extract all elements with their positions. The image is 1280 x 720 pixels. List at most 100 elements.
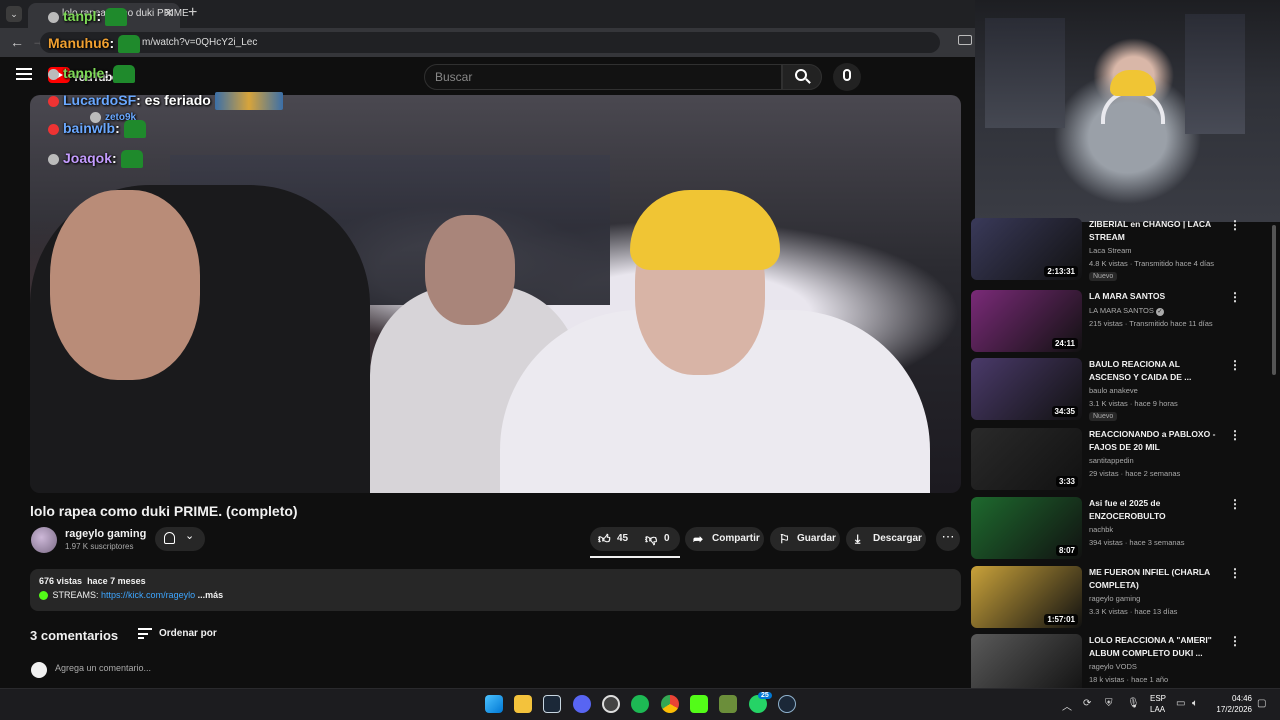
sort-by-button[interactable]: Ordenar por (159, 628, 217, 639)
recommendation-title[interactable]: LOLO REACCIONA A "AMERI" ALBUM COMPLETO … (1089, 634, 1217, 660)
notifications-icon[interactable]: ▢ (1257, 698, 1266, 709)
sort-icon[interactable] (138, 628, 152, 639)
windows-start-icon[interactable] (485, 695, 503, 713)
microphone-icon (843, 69, 851, 81)
sync-icon[interactable]: ⟳ (1083, 698, 1091, 709)
security-icon[interactable]: ⛨ (1105, 698, 1113, 709)
webcam-window-right (1185, 14, 1245, 134)
network-icon[interactable]: ▭ (1176, 698, 1185, 709)
recommendation-item[interactable]: 2:13:31 ZIBERIAL en CHANGO | LACA STREAM L… (971, 218, 1271, 282)
recommendation-channel[interactable]: santitappedin (1089, 456, 1134, 465)
more-options-icon[interactable]: ⋮ (1229, 497, 1241, 511)
new-badge: Nuevo (1089, 412, 1118, 421)
more-options-icon[interactable]: ⋮ (1229, 218, 1241, 232)
video-thumbnail[interactable]: 8:07 (971, 497, 1082, 559)
recommendation-item[interactable]: 24:11 LA MARA SANTOS LA MARA SANTOS ✓ 215 vi… (971, 290, 1271, 354)
view-stats: 676 vistas hace 7 meses (39, 576, 146, 586)
recommendation-channel-name[interactable]: rageylo gaming (1089, 594, 1140, 603)
channel-avatar[interactable] (31, 527, 57, 553)
recommendation-channel[interactable]: Laca Stream (1089, 246, 1132, 255)
video-thumbnail[interactable]: 3:33 (971, 428, 1082, 490)
recommendation-title[interactable]: ME FUERON INFIEL (CHARLA COMPLETA) (1089, 566, 1217, 592)
more-options-icon[interactable]: ⋮ (1229, 428, 1241, 442)
recommendation-channel[interactable]: LA MARA SANTOS ✓ (1089, 306, 1164, 316)
download-icon: ⤓ (855, 532, 861, 546)
recommendation-title[interactable]: BAULO REACIONA AL ASCENSO Y CAIDA DE ... (1089, 358, 1217, 384)
video-thumbnail[interactable] (971, 634, 1082, 696)
more-actions-icon[interactable]: ⋯ (936, 527, 960, 551)
chevron-up-icon[interactable]: ︿ (1062, 698, 1072, 713)
clock-time[interactable]: 04:46 (1216, 694, 1252, 703)
recommendation-title[interactable]: ZIBERIAL en CHANGO | LACA STREAM (1089, 218, 1217, 244)
tab-search-icon[interactable]: ⌄ (6, 6, 22, 22)
discord-icon[interactable] (573, 695, 591, 713)
kick-link[interactable]: https://kick.com/rageylo (101, 590, 195, 600)
notifications-button[interactable] (155, 527, 205, 551)
recommendation-channel-name[interactable]: nachbk (1089, 525, 1113, 534)
download-button[interactable]: ⤓ Descargar (846, 527, 926, 551)
new-tab-icon[interactable]: + (188, 4, 197, 22)
sidebar-scrollbar[interactable] (1272, 225, 1276, 375)
recommendation-item[interactable]: 34:35 BAULO REACIONA AL ASCENSO Y CAIDA D… (971, 358, 1271, 422)
recommendation-title[interactable]: LA MARA SANTOS (1089, 290, 1217, 303)
show-more-link[interactable]: ...más (198, 590, 224, 600)
close-tab-icon[interactable]: ✕ (164, 6, 174, 20)
thumbs-down-icon[interactable]: 👎︎ (645, 532, 657, 547)
more-options-icon[interactable]: ⋮ (1229, 634, 1241, 648)
chat-badge-icon (48, 123, 59, 135)
chat-username: Manuhu6 (48, 35, 110, 51)
video-thumbnail[interactable]: 34:35 (971, 358, 1082, 420)
mic-tray-icon[interactable]: 🎙︎ (1127, 698, 1140, 709)
more-options-icon[interactable]: ⋮ (1229, 566, 1241, 580)
recommendation-item[interactable]: 1:57:01 ME FUERON INFIEL (CHARLA COMPLETA… (971, 566, 1271, 630)
video-thumbnail[interactable]: 2:13:31 (971, 218, 1082, 280)
spotify-icon[interactable] (631, 695, 649, 713)
video-title: lolo rapea como duki PRIME. (completo) (30, 503, 298, 519)
recommendation-channel[interactable]: rageylo VODS (1089, 662, 1137, 671)
language-code[interactable]: ESP (1150, 694, 1166, 703)
recommendation-meta: 29 vistas · hace 2 semanas (1089, 469, 1181, 478)
save-button[interactable]: ⚐ Guardar (770, 527, 840, 551)
video-thumbnail[interactable]: 1:57:01 (971, 566, 1082, 628)
recommendation-channel[interactable]: baulo anakeve (1089, 386, 1138, 395)
search-input[interactable] (424, 64, 782, 90)
clock-date[interactable]: 17/2/2026 (1208, 705, 1252, 714)
recommendation-channel-name[interactable]: santitappedin (1089, 456, 1134, 465)
recommendation-channel[interactable]: rageylo gaming (1089, 594, 1140, 603)
channel-name[interactable]: rageylo gaming (65, 528, 146, 540)
recommendation-channel-name[interactable]: baulo anakeve (1089, 386, 1138, 395)
volume-icon[interactable]: 🔈︎ (1192, 698, 1198, 709)
webcam-window-left (985, 18, 1065, 128)
chat-message: tanpl: (48, 8, 128, 27)
chat-username: bainwlb (63, 120, 116, 136)
recommendation-channel[interactable]: nachbk (1089, 525, 1113, 534)
recommendation-item[interactable]: 8:07 Asi fue el 2025 de ENZOCEROBULTO nach… (971, 497, 1271, 561)
keyboard-layout[interactable]: LAA (1150, 705, 1165, 714)
thumbs-up-icon[interactable]: 👍︎ (598, 532, 611, 547)
video-player[interactable] (30, 95, 961, 493)
steam-icon[interactable] (543, 695, 561, 713)
chrome-icon[interactable] (661, 695, 679, 713)
more-options-icon[interactable]: ⋮ (1229, 290, 1241, 304)
cast-icon[interactable] (958, 35, 972, 45)
recommendation-channel-name[interactable]: LA MARA SANTOS (1089, 306, 1154, 315)
add-comment-input[interactable]: Agrega un comentario... (55, 663, 151, 673)
hamburger-menu-icon[interactable] (16, 68, 32, 80)
recommendation-item[interactable]: 3:33 REACCIONANDO a PABLOXO - FAJOS DE 20… (971, 428, 1271, 492)
obs-icon[interactable] (602, 695, 620, 713)
minecraft-icon[interactable] (719, 695, 737, 713)
share-button[interactable]: ➦ Compartir (685, 527, 764, 551)
file-explorer-icon[interactable] (514, 695, 532, 713)
like-count[interactable]: 45 (617, 533, 628, 544)
recommendation-channel-name[interactable]: Laca Stream (1089, 246, 1132, 255)
dislike-count: 0 (664, 533, 670, 544)
recommendation-title[interactable]: REACCIONANDO a PABLOXO - FAJOS DE 20 MIL (1089, 428, 1217, 454)
recommendation-meta: 3.1 K vistas · hace 9 horas (1089, 399, 1178, 408)
more-options-icon[interactable]: ⋮ (1229, 358, 1241, 372)
recommendation-title[interactable]: Asi fue el 2025 de ENZOCEROBULTO (1089, 497, 1217, 523)
kick-app-icon[interactable] (690, 695, 708, 713)
video-thumbnail[interactable]: 24:11 (971, 290, 1082, 352)
steam-alt-icon[interactable] (778, 695, 796, 713)
recommendation-channel-name[interactable]: rageylo VODS (1089, 662, 1137, 671)
back-arrow-icon[interactable]: ← (10, 34, 24, 50)
